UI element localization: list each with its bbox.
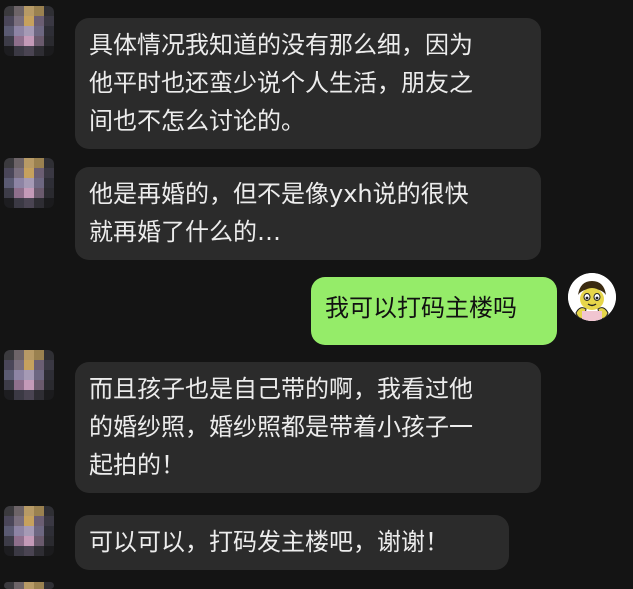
message-line: 起拍的！ (89, 451, 185, 479)
message-bubble-outgoing[interactable]: 我可以打码主楼吗 (311, 277, 557, 345)
message-line: 就再婚了什么的… (89, 218, 281, 246)
message-bubble-incoming[interactable]: 具体情况我知道的没有那么细，因为 他平时也还蛮少说个人生活，朋友之 间也不怎么讨… (75, 18, 541, 149)
message-bubble-incoming[interactable]: 可以可以，打码发主楼吧，谢谢！ (75, 515, 509, 570)
message-bubble-incoming[interactable]: 而且孩子也是自己带的啊，我看过他 的婚纱照，婚纱照都是带着小孩子一 起拍的！ (75, 362, 541, 493)
message-line: 而且孩子也是自己带的啊，我看过他 (89, 375, 473, 403)
message-line: 我可以打码主楼吗 (325, 294, 517, 322)
sender-avatar[interactable] (4, 350, 54, 400)
message-line: 可以可以，打码发主楼吧，谢谢！ (89, 528, 449, 556)
message-line: 他是再婚的，但不是像yxh说的很快 (89, 180, 469, 208)
message-line: 具体情况我知道的没有那么细，因为 (89, 31, 473, 59)
message-line: 的婚纱照，婚纱照都是带着小孩子一 (89, 413, 473, 441)
sender-avatar[interactable] (4, 582, 54, 589)
message-line: 间也不怎么讨论的。 (89, 107, 305, 135)
cartoon-avatar-icon (568, 273, 616, 321)
message-line: 他平时也还蛮少说个人生活，朋友之 (89, 69, 473, 97)
self-avatar[interactable] (568, 273, 616, 321)
sender-avatar[interactable] (4, 6, 54, 56)
sender-avatar[interactable] (4, 158, 54, 208)
sender-avatar[interactable] (4, 506, 54, 556)
chat-view: 具体情况我知道的没有那么细，因为 他平时也还蛮少说个人生活，朋友之 间也不怎么讨… (0, 0, 633, 589)
message-bubble-incoming[interactable]: 他是再婚的，但不是像yxh说的很快 就再婚了什么的… (75, 167, 541, 260)
